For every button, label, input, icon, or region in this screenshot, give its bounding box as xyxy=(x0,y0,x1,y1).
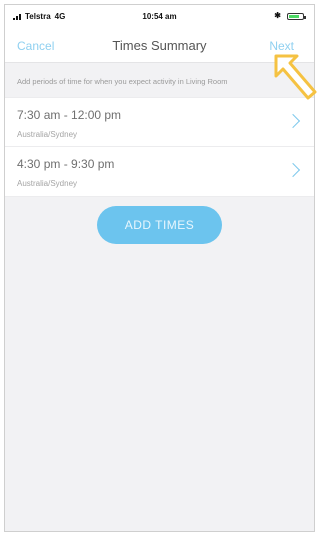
next-button[interactable]: Next xyxy=(269,39,294,53)
phone-screen: Telstra 4G 10:54 am ✱ Cancel Times Summa… xyxy=(4,4,315,532)
cancel-button[interactable]: Cancel xyxy=(17,39,54,53)
time-range: 4:30 pm - 9:30 pm xyxy=(17,157,115,171)
add-times-container: ADD TIMES xyxy=(5,206,314,244)
time-period-row[interactable]: 4:30 pm - 9:30 pm Australia/Sydney xyxy=(5,147,314,196)
nav-bar: Cancel Times Summary Next xyxy=(5,27,314,63)
battery-icon xyxy=(287,12,306,20)
time-zone: Australia/Sydney xyxy=(17,130,78,139)
status-right: ✱ xyxy=(274,11,306,20)
time-zone: Australia/Sydney xyxy=(17,179,78,188)
bluetooth-icon: ✱ xyxy=(274,11,281,20)
time-range: 7:30 am - 12:00 pm xyxy=(17,108,122,122)
add-times-button[interactable]: ADD TIMES xyxy=(97,206,222,244)
status-time: 10:54 am xyxy=(142,12,177,21)
instruction-text: Add periods of time for when you expect … xyxy=(17,77,228,86)
battery-fill xyxy=(289,14,300,18)
times-list: 7:30 am - 12:00 pm Australia/Sydney 4:30… xyxy=(5,97,314,197)
time-period-row[interactable]: 7:30 am - 12:00 pm Australia/Sydney xyxy=(5,98,314,147)
status-bar: Telstra 4G 10:54 am ✱ xyxy=(5,5,314,27)
